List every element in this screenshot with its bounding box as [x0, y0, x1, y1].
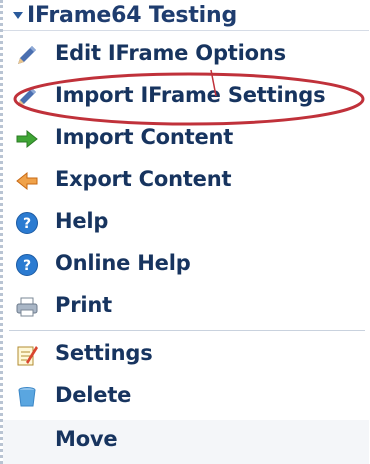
- svg-text:?: ?: [23, 216, 31, 232]
- menu-item-label: Move: [55, 427, 118, 451]
- menu-item-label: Edit IFrame Options: [55, 41, 286, 65]
- menu-item-delete[interactable]: Delete: [3, 376, 369, 418]
- menu-item-label: Print: [55, 293, 112, 317]
- svg-text:?: ?: [23, 258, 31, 274]
- help-icon: ?: [15, 211, 39, 235]
- menu-item-import-iframe-settings[interactable]: Import IFrame Settings: [3, 76, 369, 118]
- settings-icon: [15, 343, 39, 367]
- import-arrow-icon: [15, 127, 39, 151]
- menu-item-label: Settings: [55, 341, 153, 365]
- menu-item-print[interactable]: Print: [3, 286, 369, 328]
- menu-item-settings[interactable]: Settings: [3, 334, 369, 376]
- menu-item-move[interactable]: Move: [3, 420, 369, 462]
- export-arrow-icon: [15, 169, 39, 193]
- menu-item-label: Help: [55, 209, 109, 233]
- help-icon: ?: [15, 253, 39, 277]
- menu-item-label: Online Help: [55, 251, 191, 275]
- menu-item-edit-iframe-options[interactable]: Edit IFrame Options: [3, 34, 369, 76]
- menu-item-online-help[interactable]: ? Online Help: [3, 244, 369, 286]
- menu-item-help[interactable]: ? Help: [3, 202, 369, 244]
- menu-item-label: Import Content: [55, 125, 234, 149]
- menu-header[interactable]: IFrame64 Testing: [3, 0, 369, 31]
- menu-item-import-content[interactable]: Import Content: [3, 118, 369, 160]
- menu-item-label: Export Content: [55, 167, 232, 191]
- pencil-icon: [15, 85, 39, 109]
- caret-down-icon[interactable]: [13, 12, 23, 19]
- context-menu: IFrame64 Testing Edit IFrame Options Imp…: [0, 0, 369, 464]
- trash-icon: [15, 385, 39, 409]
- menu-title: IFrame64 Testing: [27, 3, 237, 28]
- menu-item-label: Import IFrame Settings: [55, 83, 326, 107]
- menu-item-export-content[interactable]: Export Content: [3, 160, 369, 202]
- print-icon: [15, 295, 39, 319]
- pencil-icon: [15, 43, 39, 67]
- menu-divider: [9, 330, 365, 331]
- menu-item-label: Delete: [55, 383, 132, 407]
